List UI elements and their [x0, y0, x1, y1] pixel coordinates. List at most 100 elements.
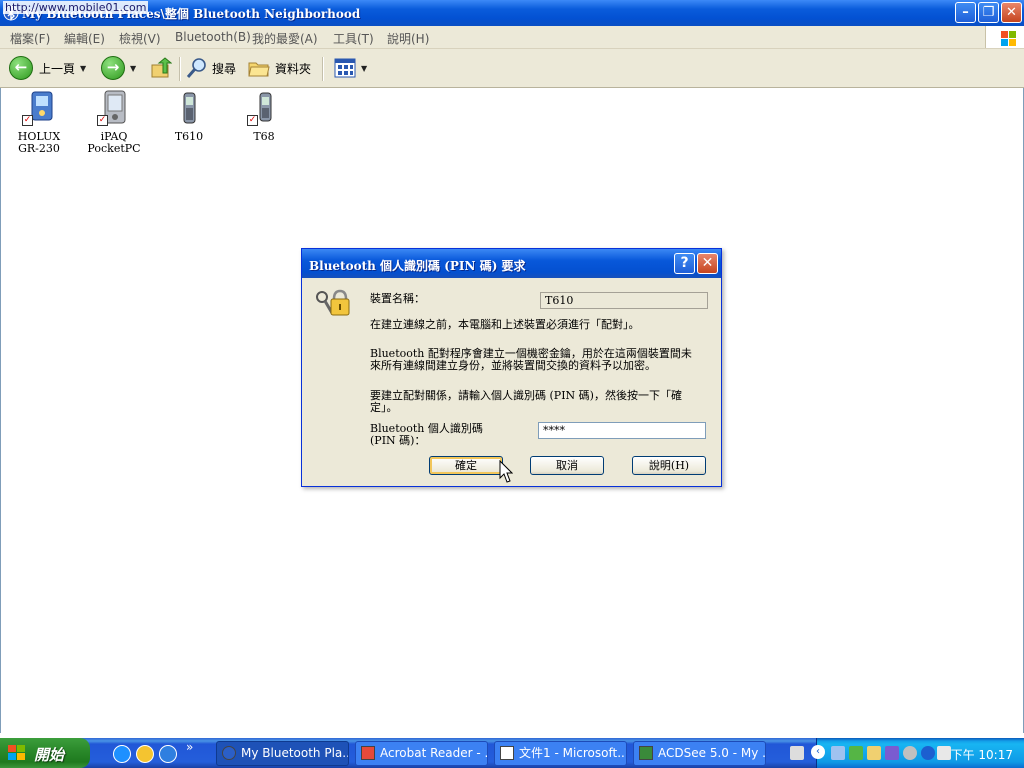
- device-label: T610: [174, 130, 204, 143]
- system-tray: ‹ 下午 10:17: [790, 738, 1024, 768]
- folders-button[interactable]: 資料夾: [248, 55, 311, 81]
- network-icon[interactable]: [831, 746, 845, 760]
- chevron-down-icon[interactable]: ▼: [80, 64, 86, 73]
- views-grid-icon: [334, 58, 356, 78]
- up-folder-icon: [151, 57, 172, 78]
- up-folder-button[interactable]: [150, 55, 172, 81]
- acdsee-icon: [639, 746, 653, 760]
- watermark-url: http://www.mobile01.com: [3, 1, 149, 14]
- task-word-document[interactable]: 文件1 - Microsoft...: [494, 741, 627, 766]
- mouse-cursor-icon: [499, 460, 513, 483]
- menu-bar: 檔案(F) 編輯(E) 檢視(V) Bluetooth(B) 我的最愛(A) 工…: [0, 26, 1024, 49]
- restore-icon: ❐: [982, 5, 995, 20]
- search-icon: [186, 58, 206, 78]
- back-button[interactable]: ← 上一頁 ▼: [9, 55, 86, 81]
- device-label: iPAQ PocketPC: [87, 130, 141, 155]
- task-label: My Bluetooth Pla...: [241, 746, 349, 760]
- speaker-icon[interactable]: [903, 746, 917, 760]
- menu-edit[interactable]: 編輯(E): [64, 30, 105, 47]
- acrobat-icon: [361, 746, 375, 760]
- dialog-title: Bluetooth 個人識別碼 (PIN 碼) 要求: [309, 259, 526, 273]
- views-button[interactable]: ▼: [334, 55, 367, 81]
- search-button[interactable]: 搜尋: [186, 55, 236, 81]
- keys-lock-icon: [316, 289, 350, 316]
- monitor-icon[interactable]: [937, 746, 951, 760]
- windows-flag-icon: [8, 745, 26, 761]
- forward-button[interactable]: → ▼: [101, 55, 136, 81]
- close-icon: ✕: [1006, 5, 1017, 20]
- pairing-description-text: Bluetooth 配對程序會建立一個機密金鑰，用於在這兩個裝置間未 來所有連線…: [370, 347, 692, 372]
- minimize-icon: –: [962, 5, 969, 20]
- start-label: 開始: [34, 746, 65, 764]
- task-label: Acrobat Reader - ...: [380, 746, 488, 760]
- mobile-phone-icon: ✓: [247, 90, 281, 126]
- menu-favorites[interactable]: 我的最愛(A): [252, 30, 318, 47]
- task-label: ACDSee 5.0 - My ...: [658, 746, 766, 760]
- help-button[interactable]: 說明(H): [632, 456, 706, 475]
- dialog-body: 裝置名稱： T610 在建立連線之前，本電腦和上述裝置必須進行「配對」。 Blu…: [302, 278, 721, 486]
- device-label: T68: [253, 130, 275, 143]
- paired-check-icon: ✓: [22, 115, 33, 126]
- menu-bluetooth[interactable]: Bluetooth(B): [175, 30, 251, 44]
- menu-file[interactable]: 檔案(F): [10, 30, 50, 47]
- dialog-titlebar[interactable]: Bluetooth 個人識別碼 (PIN 碼) 要求 ? ✕: [302, 249, 721, 278]
- chevron-down-icon[interactable]: ▼: [361, 64, 367, 73]
- pin-input[interactable]: ****: [538, 422, 706, 439]
- minimize-button[interactable]: –: [955, 2, 976, 23]
- task-bluetooth-places[interactable]: My Bluetooth Pla...: [216, 741, 349, 766]
- device-item-t68[interactable]: ✓ T68: [229, 90, 299, 143]
- device-item-t610[interactable]: T610: [154, 90, 224, 143]
- task-acdsee[interactable]: ACDSee 5.0 - My ...: [633, 741, 766, 766]
- cancel-button[interactable]: 取消: [530, 456, 604, 475]
- menu-view[interactable]: 檢視(V): [119, 30, 161, 47]
- security-icon[interactable]: [849, 746, 863, 760]
- window-titlebar[interactable]: My Bluetooth Places\整個 Bluetooth Neighbo…: [0, 0, 1024, 26]
- bluetooth-tray-icon[interactable]: [921, 746, 935, 760]
- dialog-close-button[interactable]: ✕: [697, 253, 718, 274]
- pairing-instruction-text: 要建立配對關係，請輸入個人識別碼 (PIN 碼)，然後按一下「確 定」。: [370, 389, 682, 414]
- ok-button[interactable]: 確定: [429, 456, 503, 475]
- device-item-ipaq[interactable]: ✓ iPAQ PocketPC: [79, 90, 149, 155]
- close-button[interactable]: ✕: [1001, 2, 1022, 23]
- back-label: 上一頁: [39, 61, 76, 76]
- toolbar-separator: [322, 57, 324, 81]
- search-label: 搜尋: [212, 61, 237, 76]
- pin-request-dialog: Bluetooth 個人識別碼 (PIN 碼) 要求 ? ✕ 裝置名稱： T61…: [301, 248, 722, 487]
- toolbar: ← 上一頁 ▼ → ▼ 搜尋 資料夾 ▼: [0, 49, 1024, 88]
- printer-icon[interactable]: [867, 746, 881, 760]
- restore-button[interactable]: ❐: [978, 2, 999, 23]
- question-icon: ?: [680, 255, 689, 271]
- quicklaunch-more-chevron[interactable]: »: [186, 740, 193, 754]
- menu-tools[interactable]: 工具(T): [333, 30, 374, 47]
- start-button[interactable]: 開始: [0, 738, 90, 768]
- toolbar-separator: [179, 57, 181, 81]
- gps-device-icon: ✓: [22, 90, 56, 126]
- quicklaunch-media-player-icon[interactable]: [136, 745, 154, 763]
- bluetooth-icon: [222, 746, 236, 760]
- task-label: 文件1 - Microsoft...: [519, 746, 627, 760]
- folder-icon: [248, 62, 270, 77]
- pairing-intro-text: 在建立連線之前，本電腦和上述裝置必須進行「配對」。: [370, 318, 640, 331]
- app-tray-icon[interactable]: [885, 746, 899, 760]
- pda-device-icon: ✓: [97, 90, 131, 126]
- chevron-down-icon[interactable]: ▼: [130, 64, 136, 73]
- close-icon: ✕: [701, 255, 714, 271]
- back-arrow-icon: ←: [9, 56, 33, 80]
- windows-logo-icon: [985, 26, 1024, 48]
- mobile-phone-icon: [172, 90, 206, 126]
- quicklaunch-internet-explorer-icon[interactable]: [159, 745, 177, 763]
- forward-arrow-icon: →: [101, 56, 125, 80]
- taskbar: 開始 » My Bluetooth Pla... Acrobat Reader …: [0, 738, 1024, 768]
- device-label: HOLUX GR-230: [17, 130, 61, 155]
- keyboard-icon[interactable]: [790, 746, 804, 760]
- tray-expand-icon[interactable]: ‹: [811, 745, 825, 759]
- device-item-holux[interactable]: ✓ HOLUX GR-230: [4, 90, 74, 155]
- menu-help[interactable]: 說明(H): [387, 30, 429, 47]
- word-icon: [500, 746, 514, 760]
- quicklaunch-show-desktop-icon[interactable]: [113, 745, 131, 763]
- task-acrobat-reader[interactable]: Acrobat Reader - ...: [355, 741, 488, 766]
- clock[interactable]: 下午 10:17: [951, 746, 1013, 763]
- device-name-field: T610: [540, 292, 708, 309]
- folders-label: 資料夾: [275, 61, 312, 76]
- dialog-help-button[interactable]: ?: [674, 253, 695, 274]
